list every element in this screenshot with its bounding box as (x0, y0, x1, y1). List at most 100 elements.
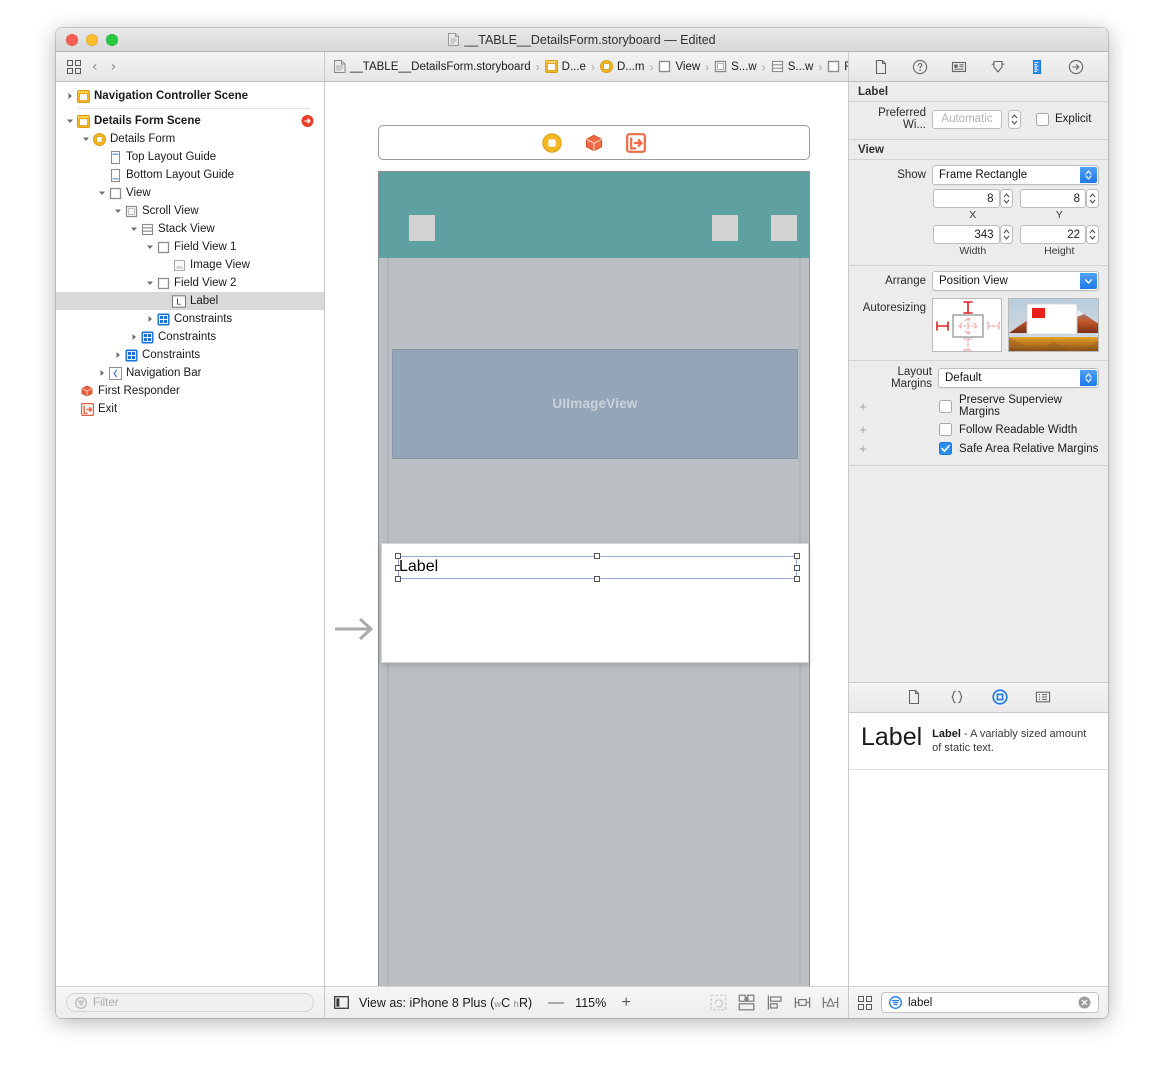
align-icon[interactable] (766, 994, 783, 1011)
disclosure-triangle-expanded-icon[interactable] (80, 135, 92, 143)
add-variation-button[interactable]: + (858, 399, 868, 414)
outline-row-scroll-view[interactable]: Scroll View (56, 202, 324, 220)
y-stepper[interactable] (1086, 189, 1099, 208)
attributes-inspector-tab[interactable] (990, 59, 1006, 75)
resize-handle-bottom-left[interactable] (395, 576, 401, 582)
follow-readable-width-checkbox[interactable] (939, 423, 952, 436)
disclosure-triangle-collapsed-icon[interactable] (144, 315, 156, 323)
resolve-issues-icon[interactable] (822, 994, 839, 1011)
breadcrumb-item-storyboard[interactable]: __TABLE__DetailsForm.storyboard (333, 60, 531, 73)
outline-row-label[interactable]: L Label (56, 292, 324, 310)
scroll-view[interactable]: UIScrollView UIImageView Label (379, 258, 809, 986)
height-input[interactable]: 22 (1019, 225, 1086, 244)
resize-handle-middle-right[interactable] (794, 564, 800, 571)
first-responder-icon[interactable] (584, 133, 604, 153)
embed-in-icon[interactable] (738, 994, 755, 1011)
disclosure-triangle-expanded-icon[interactable] (64, 117, 76, 125)
media-library-tab[interactable] (1035, 689, 1051, 705)
zoom-button[interactable] (106, 33, 118, 46)
identity-inspector-tab[interactable] (951, 59, 967, 75)
field-view-2[interactable]: Label (381, 543, 809, 663)
outline-row-navigation-controller-scene[interactable]: Navigation Controller Scene (56, 87, 324, 105)
add-variation-button[interactable]: + (858, 441, 868, 456)
zoom-in-button[interactable]: + (619, 994, 633, 1011)
view-as-control[interactable]: View as: iPhone 8 Plus (wC hR) (359, 996, 532, 1010)
x-input[interactable]: 8 (933, 189, 1000, 208)
resize-handle-bottom-right[interactable] (794, 576, 800, 582)
disclosure-triangle-expanded-icon[interactable] (144, 279, 156, 287)
layout-margins-popup[interactable]: Default (938, 368, 1099, 388)
disclosure-triangle-expanded-icon[interactable] (128, 225, 140, 233)
error-badge-icon[interactable] (301, 115, 314, 128)
breadcrumb-item-scroll-view[interactable]: S...w (714, 60, 757, 73)
clear-circle-icon[interactable] (1078, 996, 1091, 1009)
outline-row-constraints-1[interactable]: Constraints (56, 310, 324, 328)
resize-handle-top-center[interactable] (594, 553, 600, 559)
minimize-button[interactable] (86, 33, 98, 46)
add-variation-button[interactable]: + (858, 422, 868, 437)
explicit-checkbox[interactable] (1036, 112, 1049, 126)
nav-bar-item-right-1[interactable] (712, 215, 738, 241)
disclosure-triangle-expanded-icon[interactable] (112, 207, 124, 215)
close-button[interactable] (66, 33, 78, 46)
outline-row-constraints-2[interactable]: Constraints (56, 328, 324, 346)
outline-row-exit[interactable]: Exit (56, 400, 324, 418)
forward-button[interactable]: › (111, 60, 117, 74)
width-stepper[interactable] (999, 225, 1013, 244)
outline-row-details-form[interactable]: Details Form (56, 130, 324, 148)
arrange-popup[interactable]: Position View (932, 271, 1099, 291)
disclosure-triangle-collapsed-icon[interactable] (64, 92, 76, 100)
x-stepper[interactable] (999, 189, 1013, 208)
exit-icon[interactable] (626, 132, 646, 153)
code-snippet-library-tab[interactable] (949, 689, 965, 705)
back-button[interactable]: ‹ (92, 60, 98, 74)
document-outline-toggle-icon[interactable] (334, 995, 349, 1010)
file-template-library-tab[interactable] (906, 689, 922, 705)
outline-row-navigation-bar[interactable]: Navigation Bar (56, 364, 324, 382)
library-search-input[interactable]: label (881, 992, 1099, 1013)
quick-help-inspector-tab[interactable] (912, 59, 928, 75)
view-controller-icon[interactable] (542, 132, 562, 153)
autoresizing-control[interactable] (932, 298, 1002, 352)
grid-icon[interactable] (67, 59, 81, 74)
nav-bar-item-right-2[interactable] (771, 215, 797, 241)
outline-row-stack-view[interactable]: Stack View (56, 220, 324, 238)
height-stepper[interactable] (1086, 225, 1099, 244)
grid-icon[interactable] (858, 995, 872, 1010)
breadcrumb-item-stack-view[interactable]: S...w (771, 60, 813, 73)
breadcrumb-item-field-view-2[interactable]: Field View 2 (827, 60, 848, 73)
breadcrumb-item-scene[interactable]: D...e (544, 60, 586, 73)
outline-row-constraints-3[interactable]: Constraints (56, 346, 324, 364)
width-input[interactable]: 343 (933, 225, 1000, 244)
y-input[interactable]: 8 (1019, 189, 1086, 208)
safe-area-relative-margins-checkbox[interactable] (939, 442, 952, 455)
show-popup[interactable]: Frame Rectangle (932, 165, 1099, 185)
outline-row-top-layout-guide[interactable]: Top Layout Guide (56, 148, 324, 166)
file-inspector-tab[interactable] (873, 59, 889, 75)
storyboard-canvas[interactable]: UIScrollView UIImageView Label (325, 82, 848, 986)
update-frames-icon[interactable] (710, 994, 727, 1011)
outline-row-view[interactable]: View (56, 184, 324, 202)
breadcrumb-item-view-controller[interactable]: D...m (599, 60, 644, 73)
outline-row-bottom-layout-guide[interactable]: Bottom Layout Guide (56, 166, 324, 184)
connections-inspector-tab[interactable] (1068, 59, 1084, 75)
preferred-width-stepper[interactable] (1008, 109, 1021, 129)
zoom-out-button[interactable]: — (548, 994, 564, 1011)
library-item-label[interactable]: Label Label - A variably sized amount of… (849, 713, 1108, 771)
disclosure-triangle-expanded-icon[interactable] (96, 189, 108, 197)
disclosure-triangle-collapsed-icon[interactable] (112, 351, 124, 359)
resize-handle-top-left[interactable] (395, 553, 401, 559)
outline-row-first-responder[interactable]: First Responder (56, 382, 324, 400)
breadcrumb-item-view[interactable]: View (658, 60, 700, 73)
filter-input[interactable]: Filter (66, 993, 314, 1012)
outline-row-field-view-2[interactable]: Field View 2 (56, 274, 324, 292)
field-view-1[interactable]: UIImageView (392, 349, 798, 459)
disclosure-triangle-collapsed-icon[interactable] (96, 369, 108, 377)
outline-row-details-form-scene[interactable]: Details Form Scene (56, 112, 324, 130)
pin-icon[interactable] (794, 994, 811, 1011)
nav-bar-item-left[interactable] (409, 215, 435, 241)
disclosure-triangle-collapsed-icon[interactable] (128, 333, 140, 341)
size-inspector-tab[interactable] (1029, 59, 1045, 75)
outline-row-field-view-1[interactable]: Field View 1 (56, 238, 324, 256)
outline-row-image-view[interactable]: Image View (56, 256, 324, 274)
